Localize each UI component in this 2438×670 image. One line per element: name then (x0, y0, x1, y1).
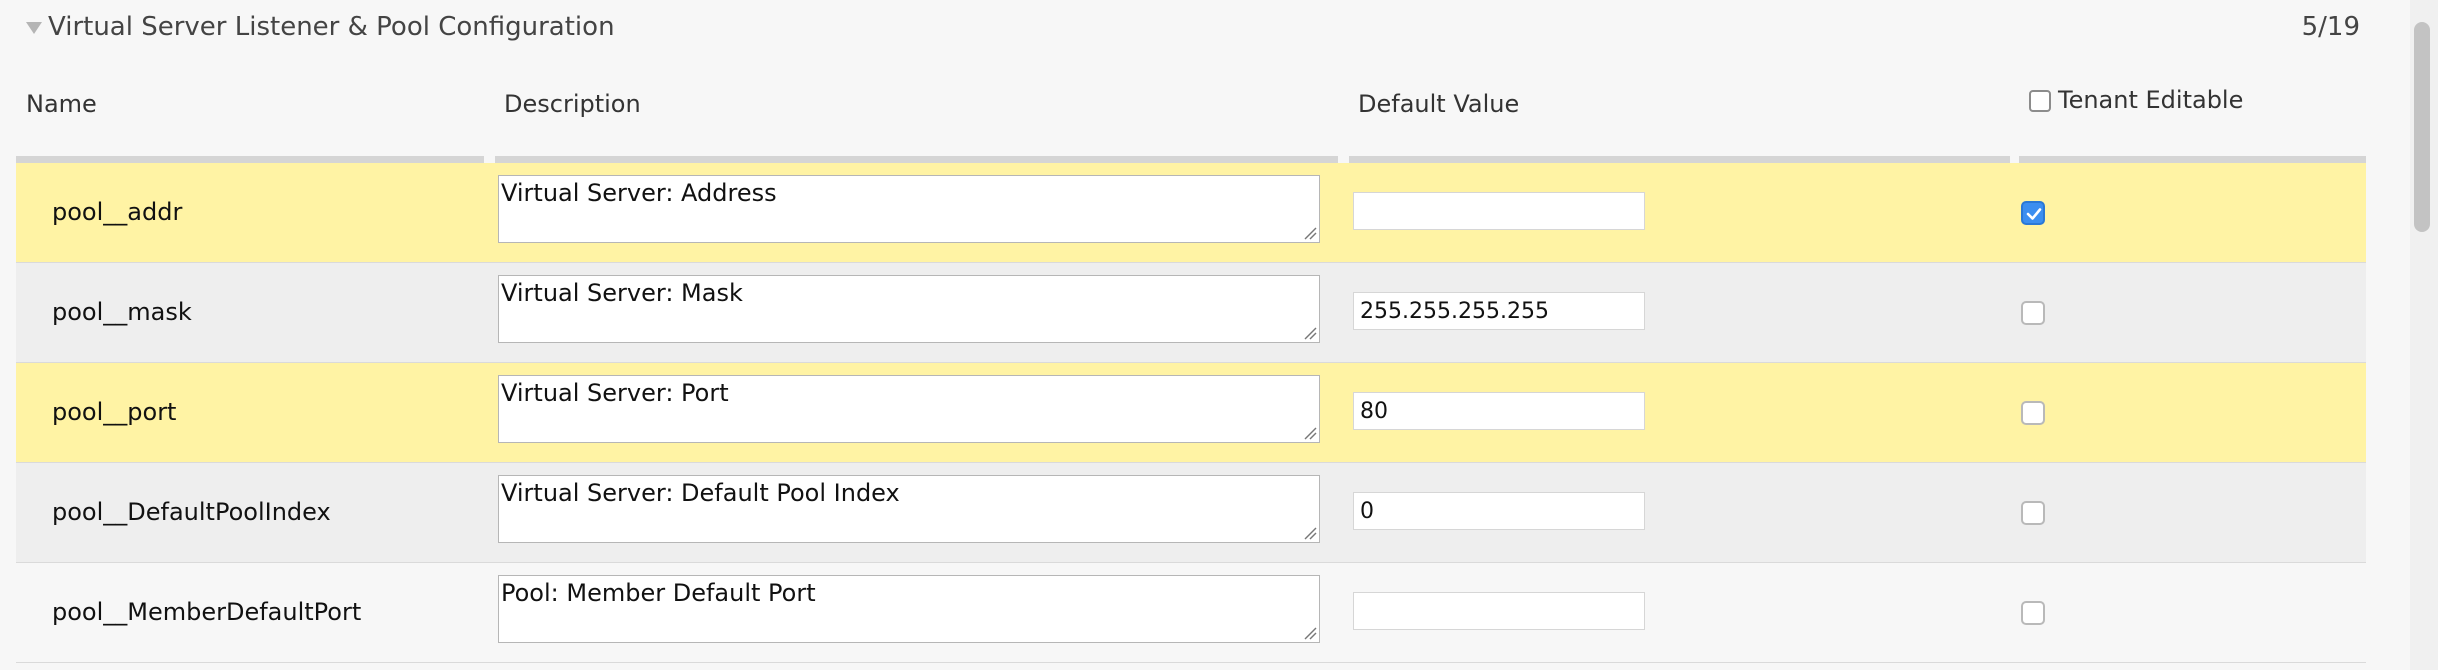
description-textarea[interactable]: Pool: Member Default Port (498, 575, 1320, 643)
section-title: Virtual Server Listener & Pool Configura… (48, 12, 615, 42)
tenant-editable-checkbox[interactable] (2021, 301, 2045, 325)
table-row: pool__DefaultPoolIndex Virtual Server: D… (16, 463, 2366, 563)
table-row: pool__MemberDefaultPort Pool: Member Def… (16, 563, 2366, 663)
column-header-name: Name (26, 90, 97, 118)
resize-grip-icon[interactable] (1303, 526, 1317, 540)
description-text: Pool: Member Default Port (501, 579, 816, 607)
checkmark-icon (2026, 208, 2042, 220)
resize-grip-icon[interactable] (1303, 226, 1317, 240)
table-row: pool__addr Virtual Server: Address (16, 163, 2366, 263)
column-header-tenant-editable: Tenant Editable (2058, 86, 2244, 114)
variable-name: pool__addr (52, 198, 183, 226)
default-value-input[interactable] (1353, 592, 1645, 630)
tenant-editable-all-checkbox[interactable] (2029, 90, 2051, 112)
default-value-input[interactable]: 80 (1353, 392, 1645, 430)
column-header-default-value: Default Value (1358, 90, 1520, 118)
section-header[interactable]: Virtual Server Listener & Pool Configura… (0, 0, 2360, 58)
column-divider-tenant-editable (2019, 156, 2366, 163)
column-divider-name (16, 156, 484, 163)
table-row: pool__mask Virtual Server: Mask 255.255.… (16, 263, 2366, 363)
description-textarea[interactable]: Virtual Server: Mask (498, 275, 1320, 343)
description-text: Virtual Server: Port (501, 379, 729, 407)
tenant-editable-checkbox[interactable] (2021, 401, 2045, 425)
column-header-description: Description (504, 90, 641, 118)
resize-grip-icon[interactable] (1303, 326, 1317, 340)
variable-name: pool__MemberDefaultPort (52, 598, 362, 626)
table-row: pool__port Virtual Server: Port 80 (16, 363, 2366, 463)
variable-name: pool__DefaultPoolIndex (52, 498, 331, 526)
tenant-editable-checkbox[interactable] (2021, 501, 2045, 525)
resize-grip-icon[interactable] (1303, 626, 1317, 640)
tenant-editable-checkbox-checked[interactable] (2021, 201, 2045, 225)
variable-name: pool__port (52, 398, 177, 426)
config-panel: Virtual Server Listener & Pool Configura… (0, 0, 2438, 670)
default-value-input[interactable]: 255.255.255.255 (1353, 292, 1645, 330)
description-text: Virtual Server: Mask (501, 279, 743, 307)
description-text: Virtual Server: Address (501, 179, 777, 207)
description-text: Virtual Server: Default Pool Index (501, 479, 900, 507)
default-value-input[interactable] (1353, 192, 1645, 230)
column-divider-default-value (1349, 156, 2010, 163)
variable-name: pool__mask (52, 298, 192, 326)
default-value-input[interactable]: 0 (1353, 492, 1645, 530)
tenant-editable-checkbox[interactable] (2021, 601, 2045, 625)
collapse-triangle-icon[interactable] (26, 22, 42, 34)
section-counter: 5/19 (2301, 12, 2360, 42)
scrollbar-thumb[interactable] (2414, 22, 2430, 232)
description-textarea[interactable]: Virtual Server: Default Pool Index (498, 475, 1320, 543)
column-divider-description (495, 156, 1338, 163)
description-textarea[interactable]: Virtual Server: Address (498, 175, 1320, 243)
description-textarea[interactable]: Virtual Server: Port (498, 375, 1320, 443)
resize-grip-icon[interactable] (1303, 426, 1317, 440)
